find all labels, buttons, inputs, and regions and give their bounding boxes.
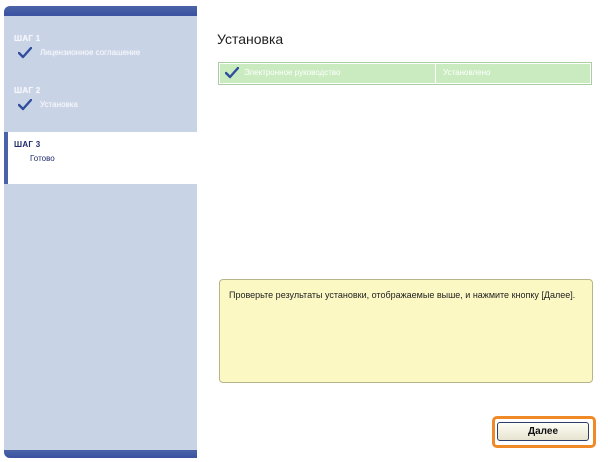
result-status: Установлено xyxy=(443,68,491,77)
result-item-name: Электронное руководство xyxy=(244,68,341,77)
main-panel: Установка Электронное руководство Устано… xyxy=(197,6,604,458)
sidebar-top-bar xyxy=(4,6,197,16)
step-label: ШАГ 2 xyxy=(14,86,41,95)
step-text: Готово xyxy=(30,154,55,163)
step-label: ШАГ 1 xyxy=(14,34,41,43)
sidebar-step-2: ШАГ 2 Установка xyxy=(4,86,197,126)
step-text: Лицензионное соглашение xyxy=(40,48,141,57)
sidebar-step-1: ШАГ 1 Лицензионное соглашение xyxy=(4,34,197,74)
sidebar-bottom-bar xyxy=(4,450,197,458)
message-text: Проверьте результаты установки, отобража… xyxy=(229,290,576,300)
installer-window: ШАГ 1 Лицензионное соглашение ШАГ 2 Уста… xyxy=(4,6,604,458)
checkmark-icon xyxy=(18,99,32,111)
column-divider xyxy=(435,64,436,83)
step-label: ШАГ 3 xyxy=(14,140,41,149)
page-title: Установка xyxy=(217,31,284,47)
table-row: Электронное руководство Установлено xyxy=(220,64,590,83)
checkmark-icon xyxy=(18,47,32,59)
step-text: Установка xyxy=(40,100,78,109)
next-button[interactable]: Далее xyxy=(497,422,589,441)
results-table: Электронное руководство Установлено xyxy=(218,62,592,85)
message-box: Проверьте результаты установки, отобража… xyxy=(219,279,593,383)
checkmark-icon xyxy=(225,67,239,79)
current-step-marker xyxy=(4,132,8,184)
sidebar-step-3: ШАГ 3 Готово xyxy=(4,132,197,184)
steps-sidebar: ШАГ 1 Лицензионное соглашение ШАГ 2 Уста… xyxy=(4,6,197,458)
